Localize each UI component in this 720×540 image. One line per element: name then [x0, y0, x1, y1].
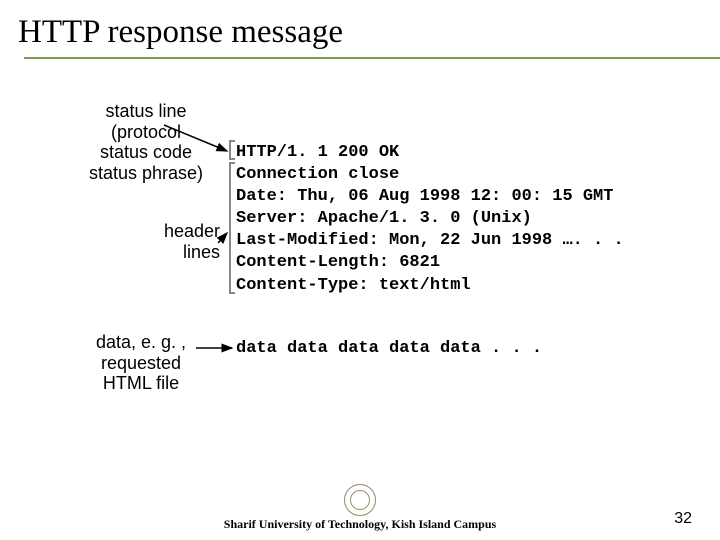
http-response-block: HTTP/1. 1 200 OK Connection close Date: … — [236, 142, 624, 297]
page-title: HTTP response message — [18, 14, 720, 51]
header-line: Last-Modified: Mon, 22 Jun 1998 …. . . — [236, 230, 624, 252]
footer-text: Sharif University of Technology, Kish Is… — [0, 517, 720, 532]
bracket-status — [229, 140, 235, 160]
header-line: Connection close — [236, 164, 624, 186]
title-bar: HTTP response message — [0, 0, 720, 59]
data-line-text: data data data data data . . . — [236, 339, 542, 358]
status-line-text: HTTP/1. 1 200 OK — [236, 142, 624, 164]
page-number: 32 — [674, 510, 692, 528]
header-line: Server: Apache/1. 3. 0 (Unix) — [236, 208, 624, 230]
diagram-area: status line(protocolstatus codestatus ph… — [0, 83, 720, 463]
header-line: Content-Length: 6821 — [236, 252, 624, 274]
label-data: data, e. g. ,requestedHTML file — [82, 332, 200, 394]
bracket-headers — [229, 162, 235, 294]
header-line: Content-Type: text/html — [236, 275, 624, 297]
label-header-lines: headerlines — [150, 221, 220, 262]
university-seal-icon — [344, 484, 376, 516]
header-line: Date: Thu, 06 Aug 1998 12: 00: 15 GMT — [236, 186, 624, 208]
title-underline — [24, 57, 720, 59]
label-status-line: status line(protocolstatus codestatus ph… — [76, 101, 216, 184]
